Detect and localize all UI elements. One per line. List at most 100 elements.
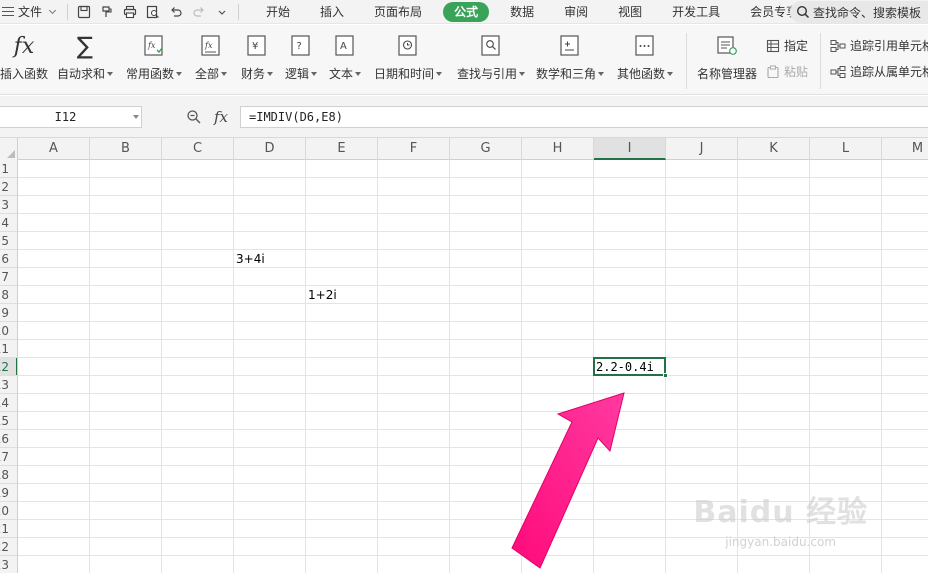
- gridline: [18, 213, 928, 214]
- trace-precedents-button[interactable]: 追踪引用单元格: [830, 37, 928, 54]
- insert-function-button[interactable]: fx 插入函数: [0, 33, 48, 82]
- row-header-12[interactable]: 12: [0, 358, 17, 376]
- row-header-15[interactable]: 15: [0, 412, 17, 430]
- name-manager-button[interactable]: 名称管理器: [694, 33, 760, 82]
- row-headers: 1234567891011121314151617181920212223: [0, 160, 18, 573]
- formula-input[interactable]: =IMDIV(D6,E8): [240, 106, 928, 128]
- format-painter-icon[interactable]: [99, 4, 115, 20]
- row-header-3[interactable]: 3: [0, 196, 17, 214]
- active-cell-border: [593, 357, 668, 378]
- undo-icon[interactable]: [168, 4, 184, 20]
- text-functions-button[interactable]: A 文本: [326, 33, 364, 82]
- fx-icon[interactable]: fx: [214, 108, 228, 126]
- trace-dependents-label: 追踪从属单元格: [850, 65, 928, 79]
- row-header-23[interactable]: 23: [0, 556, 17, 573]
- row-header-1[interactable]: 1: [0, 160, 17, 178]
- command-search[interactable]: 查找命令、搜索模板: [790, 1, 928, 23]
- row-header-20[interactable]: 20: [0, 502, 17, 520]
- financial-button[interactable]: ¥ 财务: [238, 33, 276, 82]
- tab-7[interactable]: 开发工具: [657, 0, 735, 24]
- autosum-button[interactable]: ∑ 自动求和: [56, 32, 114, 82]
- column-header-d[interactable]: D: [234, 138, 306, 160]
- cell-e8[interactable]: 1+2i: [306, 286, 337, 304]
- paste-icon: [767, 65, 779, 78]
- column-header-e[interactable]: E: [306, 138, 378, 160]
- all-functions-button[interactable]: fx 全部: [192, 33, 230, 82]
- gridline: [18, 429, 928, 430]
- gridline: [18, 195, 928, 196]
- fx-icon: fx: [13, 33, 35, 59]
- row-header-10[interactable]: 10: [0, 322, 17, 340]
- column-header-m[interactable]: M: [882, 138, 928, 160]
- column-header-f[interactable]: F: [378, 138, 450, 160]
- column-header-b[interactable]: B: [90, 138, 162, 160]
- other-functions-button[interactable]: 其他函数: [614, 33, 676, 82]
- svg-text:fx: fx: [204, 41, 213, 50]
- row-header-5[interactable]: 5: [0, 232, 17, 250]
- paste-name-button[interactable]: 粘贴: [766, 63, 808, 80]
- row-header-8[interactable]: 8: [0, 286, 17, 304]
- file-menu[interactable]: 文件: [0, 0, 63, 24]
- other-functions-label: 其他函数: [616, 67, 665, 81]
- gridline: [18, 447, 928, 448]
- select-all-corner[interactable]: [0, 138, 18, 160]
- row-header-9[interactable]: 9: [0, 304, 17, 322]
- customize-toolbar-icon[interactable]: [214, 4, 230, 20]
- logical-button[interactable]: ? 逻辑: [282, 33, 320, 82]
- column-header-h[interactable]: H: [522, 138, 594, 160]
- divider: [820, 33, 821, 89]
- yen-icon: ¥: [245, 33, 269, 59]
- column-header-i[interactable]: I: [594, 138, 666, 160]
- sigma-icon: ∑: [76, 32, 94, 60]
- fill-handle[interactable]: [663, 373, 668, 378]
- zoom-search-icon[interactable]: [186, 109, 202, 125]
- column-header-k[interactable]: K: [738, 138, 810, 160]
- tab-4[interactable]: 数据: [495, 0, 549, 24]
- redo-icon[interactable]: [191, 4, 207, 20]
- tab-2[interactable]: 页面布局: [359, 0, 437, 24]
- row-header-16[interactable]: 16: [0, 430, 17, 448]
- column-header-g[interactable]: G: [450, 138, 522, 160]
- save-icon[interactable]: [76, 4, 92, 20]
- row-header-21[interactable]: 21: [0, 520, 17, 538]
- row-header-14[interactable]: 14: [0, 394, 17, 412]
- math-trig-button[interactable]: 数学和三角: [534, 33, 606, 82]
- trace-dependents-button[interactable]: 追踪从属单元格: [830, 63, 928, 80]
- row-header-6[interactable]: 6: [0, 250, 17, 268]
- more-dots-icon: [633, 33, 657, 59]
- common-functions-button[interactable]: fx 常用函数: [124, 33, 184, 82]
- column-header-c[interactable]: C: [162, 138, 234, 160]
- row-header-7[interactable]: 7: [0, 268, 17, 286]
- name-box[interactable]: I12: [0, 106, 142, 128]
- row-header-2[interactable]: 2: [0, 178, 17, 196]
- cell-d6[interactable]: 3+4i: [234, 250, 265, 268]
- print-icon[interactable]: [122, 4, 138, 20]
- row-header-19[interactable]: 19: [0, 484, 17, 502]
- formula-ribbon: fx 插入函数 ∑ 自动求和 fx 常用函数 fx 全部 ¥ 财务 ? 逻辑 A…: [0, 25, 928, 95]
- row-header-11[interactable]: 11: [0, 340, 17, 358]
- ribbon-tabs: 开始 插入 页面布局 公式 数据 审阅 视图 开发工具 会员专享: [251, 0, 813, 24]
- row-header-22[interactable]: 22: [0, 538, 17, 556]
- column-header-a[interactable]: A: [18, 138, 90, 160]
- lookup-reference-button[interactable]: 查找与引用: [454, 33, 528, 82]
- row-header-4[interactable]: 4: [0, 214, 17, 232]
- column-header-j[interactable]: J: [666, 138, 738, 160]
- tab-6[interactable]: 视图: [603, 0, 657, 24]
- row-header-13[interactable]: 13: [0, 376, 17, 394]
- define-name-button[interactable]: 指定: [766, 37, 808, 54]
- tab-1[interactable]: 插入: [305, 0, 359, 24]
- tab-0[interactable]: 开始: [251, 0, 305, 24]
- print-preview-icon[interactable]: [145, 4, 161, 20]
- chevron-down-icon[interactable]: [131, 115, 141, 119]
- tab-3[interactable]: 公式: [443, 1, 490, 22]
- gridline: [161, 160, 162, 573]
- all-functions-icon: fx: [199, 33, 223, 59]
- gridline: [881, 160, 882, 573]
- gridline: [449, 160, 450, 573]
- column-header-l[interactable]: L: [810, 138, 882, 160]
- tab-5[interactable]: 审阅: [549, 0, 603, 24]
- row-header-17[interactable]: 17: [0, 448, 17, 466]
- datetime-label: 日期和时间: [373, 67, 434, 81]
- datetime-button[interactable]: 日期和时间: [372, 33, 444, 82]
- row-header-18[interactable]: 18: [0, 466, 17, 484]
